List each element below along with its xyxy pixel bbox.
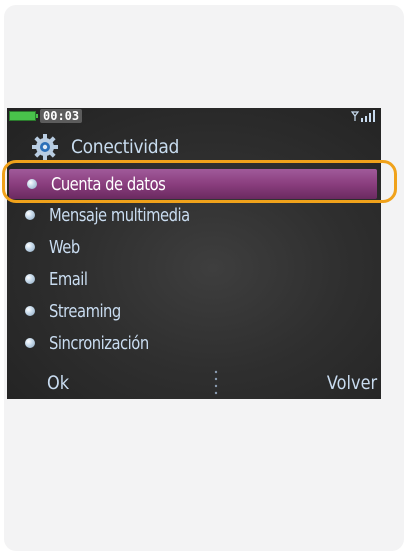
menu-item-label: Web (49, 236, 80, 258)
menu-item-label: Email (49, 268, 88, 290)
ok-softkey[interactable]: Ok (47, 372, 69, 394)
volver-softkey[interactable]: Volver (327, 372, 377, 394)
bullet-icon (25, 306, 35, 316)
menu-item-streaming[interactable]: Streaming (7, 295, 381, 327)
page-title: Conectividad (71, 136, 180, 158)
menu-item-label: Streaming (49, 300, 121, 322)
gear-icon (32, 134, 58, 160)
battery-icon (9, 111, 38, 121)
phone-screen: 00:03 Conectividad Cuenta de datos Mensa… (7, 108, 381, 399)
menu-item-sincronizacion[interactable]: Sincronización (7, 327, 381, 359)
menu-item-cuenta-de-datos[interactable]: Cuenta de datos (9, 169, 377, 199)
bullet-icon (25, 274, 35, 284)
screen-header: Conectividad (31, 132, 179, 162)
softkey-bar: Ok Volver (7, 369, 381, 399)
connectivity-menu: Cuenta de datos Mensaje multimedia Web E… (7, 167, 381, 359)
status-bar: 00:03 (7, 108, 381, 125)
menu-item-label: Cuenta de datos (51, 173, 166, 195)
scroll-indicator-icon (214, 370, 218, 395)
bullet-icon (25, 338, 35, 348)
menu-item-email[interactable]: Email (7, 263, 381, 295)
menu-item-label: Mensaje multimedia (49, 204, 190, 226)
bullet-icon (25, 242, 35, 252)
signal-icon (351, 110, 375, 122)
menu-item-mensaje-multimedia[interactable]: Mensaje multimedia (7, 199, 381, 231)
bullet-icon (25, 210, 35, 220)
menu-item-label: Sincronización (49, 332, 149, 354)
status-time: 00:03 (40, 109, 83, 123)
menu-item-web[interactable]: Web (7, 231, 381, 263)
bullet-icon (27, 179, 37, 189)
